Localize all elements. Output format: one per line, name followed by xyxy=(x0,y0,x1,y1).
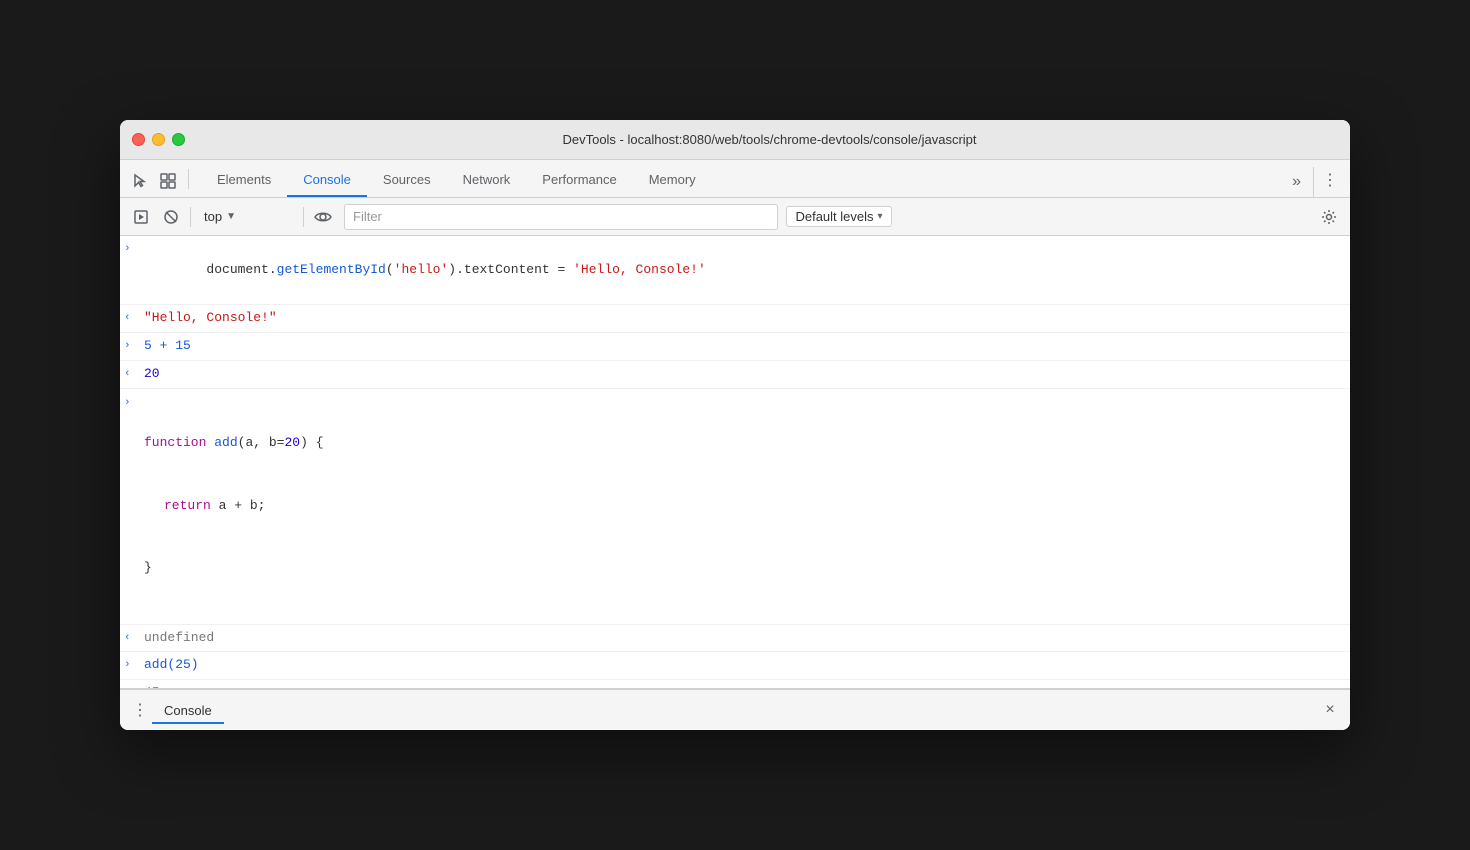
dock-bar: ⋮ Console × xyxy=(120,688,1350,730)
entry-content-2: "Hello, Console!" xyxy=(144,308,1342,329)
traffic-lights xyxy=(132,133,185,146)
inspect-icon[interactable] xyxy=(156,169,180,193)
tab-network[interactable]: Network xyxy=(447,164,527,197)
entry-content-3: 5 + 15 xyxy=(144,336,1342,357)
title-bar: DevTools - localhost:8080/web/tools/chro… xyxy=(120,120,1350,160)
maximize-button[interactable] xyxy=(172,133,185,146)
more-tabs-button[interactable]: » xyxy=(1284,173,1309,197)
console-entry-1: › document.getElementById('hello').textC… xyxy=(120,236,1350,305)
toolbar-divider-1 xyxy=(190,207,191,227)
output-arrow-2: ‹ xyxy=(124,308,140,328)
devtools-menu-button[interactable]: ⋮ xyxy=(1318,167,1342,197)
console-entry-4: ‹ 20 xyxy=(120,361,1350,389)
context-arrow: ▼ xyxy=(226,211,236,222)
entry-content-7: add(25) xyxy=(144,655,1342,676)
dock-console-tab[interactable]: Console xyxy=(152,699,224,724)
toolbar-divider-2 xyxy=(303,207,304,227)
input-arrow-3: › xyxy=(124,336,140,356)
function-line-2: return a + b; xyxy=(144,496,1342,517)
log-levels-dropdown[interactable]: Default levels ▾ xyxy=(786,206,891,227)
minimize-button[interactable] xyxy=(152,133,165,146)
console-entry-8: ‹ 45 xyxy=(120,680,1350,688)
output-arrow-4: ‹ xyxy=(124,364,140,384)
close-button[interactable] xyxy=(132,133,145,146)
clear-console-button[interactable] xyxy=(158,204,184,230)
output-arrow-6: ‹ xyxy=(124,628,140,648)
levels-label: Default levels xyxy=(795,209,873,224)
cursor-icon[interactable] xyxy=(128,169,152,193)
tab-sources[interactable]: Sources xyxy=(367,164,447,197)
settings-button[interactable] xyxy=(1316,204,1342,230)
tabs-bar: Elements Console Sources Network Perform… xyxy=(120,160,1350,198)
input-arrow-1: › xyxy=(124,239,140,259)
entry-content-6: undefined xyxy=(144,628,1342,649)
window-title: DevTools - localhost:8080/web/tools/chro… xyxy=(201,132,1338,147)
input-arrow-5: › xyxy=(124,393,140,413)
tab-memory[interactable]: Memory xyxy=(633,164,712,197)
dock-menu-button[interactable]: ⋮ xyxy=(128,698,152,722)
tab-end-divider xyxy=(1313,167,1314,197)
entry-content-1: document.getElementById('hello').textCon… xyxy=(144,239,1342,301)
console-entry-3: › 5 + 15 xyxy=(120,333,1350,361)
console-entry-5: › function add(a, b=20) { return a + b; … xyxy=(120,389,1350,625)
entry-content-5: function add(a, b=20) { return a + b; } xyxy=(144,392,1342,621)
tab-elements[interactable]: Elements xyxy=(201,164,287,197)
function-line-3: } xyxy=(144,558,1342,579)
run-script-button[interactable] xyxy=(128,204,154,230)
dock-close-button[interactable]: × xyxy=(1318,698,1342,722)
console-entry-6: ‹ undefined xyxy=(120,625,1350,653)
console-entry-7: › add(25) xyxy=(120,652,1350,680)
input-arrow-7: › xyxy=(124,655,140,675)
tab-icon-divider xyxy=(188,169,189,189)
console-toolbar: top ▼ Default levels ▾ xyxy=(120,198,1350,236)
entry-content-4: 20 xyxy=(144,364,1342,385)
filter-input[interactable] xyxy=(344,204,778,230)
context-label: top xyxy=(204,209,222,224)
console-output[interactable]: › document.getElementById('hello').textC… xyxy=(120,236,1350,688)
tab-icons xyxy=(128,169,193,197)
context-selector[interactable]: top ▼ xyxy=(197,206,297,227)
tab-performance[interactable]: Performance xyxy=(526,164,632,197)
console-entry-2: ‹ "Hello, Console!" xyxy=(120,305,1350,333)
function-line-1: function add(a, b=20) { xyxy=(144,433,1342,454)
levels-arrow: ▾ xyxy=(878,211,883,222)
tab-console[interactable]: Console xyxy=(287,164,367,197)
devtools-window: DevTools - localhost:8080/web/tools/chro… xyxy=(120,120,1350,730)
dock-tab-label: Console xyxy=(164,703,212,718)
live-expressions-button[interactable] xyxy=(310,204,336,230)
